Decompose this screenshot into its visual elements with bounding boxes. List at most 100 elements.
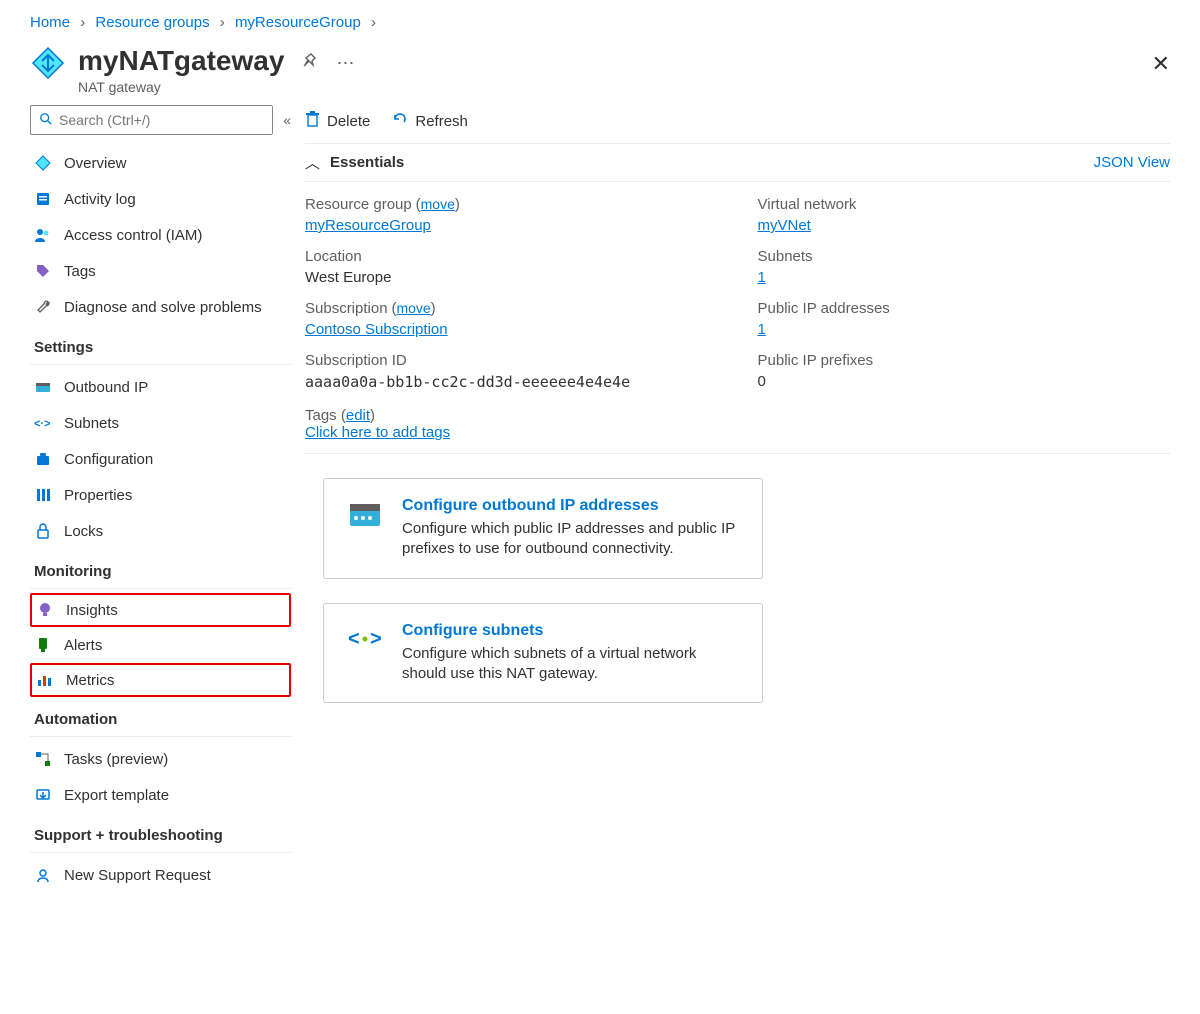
card-outbound-ip[interactable]: Configure outbound IP addresses Configur…	[323, 478, 763, 579]
subnets-link[interactable]: 1	[758, 269, 766, 286]
ip-card-icon	[348, 497, 382, 531]
sidebar-item-label: Diagnose and solve problems	[64, 299, 262, 316]
field-label: Subscription	[305, 300, 388, 317]
alerts-icon	[34, 636, 52, 654]
field-subscription: Subscription (move) Contoso Subscription	[305, 300, 718, 338]
sidebar-item-locks[interactable]: Locks	[30, 513, 291, 549]
sidebar-item-label: Access control (IAM)	[64, 227, 202, 244]
sidebar-item-label: Overview	[64, 155, 127, 172]
chevron-right-icon: ›	[371, 14, 376, 31]
sidebar-item-label: New Support Request	[64, 867, 211, 884]
chevron-right-icon: ›	[220, 14, 225, 31]
sidebar-item-label: Locks	[64, 523, 103, 540]
more-icon[interactable]: ⋯	[336, 53, 354, 74]
trash-icon	[305, 111, 320, 131]
field-vnet: Virtual network myVNet	[758, 196, 1171, 234]
wrench-icon	[34, 298, 52, 316]
field-label: Location	[305, 248, 718, 265]
move-link[interactable]: move	[421, 196, 455, 212]
essentials-title: Essentials	[330, 154, 404, 171]
field-resource-group: Resource group (move) myResourceGroup	[305, 196, 718, 234]
collapse-icon[interactable]: «	[283, 112, 291, 128]
move-link[interactable]: move	[396, 300, 430, 316]
sidebar-item-activity[interactable]: Activity log	[30, 181, 291, 217]
nat-gateway-icon	[30, 45, 66, 81]
sidebar-item-label: Properties	[64, 487, 132, 504]
sidebar-item-label: Tasks (preview)	[64, 751, 168, 768]
sidebar-item-export[interactable]: Export template	[30, 777, 291, 813]
page-title: myNATgateway	[78, 45, 284, 77]
svg-text:>: >	[370, 628, 382, 650]
close-icon[interactable]: ✕	[1152, 45, 1170, 77]
insights-icon	[36, 601, 54, 619]
field-label: Public IP addresses	[758, 300, 1171, 317]
ip-icon	[34, 378, 52, 396]
page-subtitle: NAT gateway	[78, 79, 284, 95]
pip-link[interactable]: 1	[758, 321, 766, 338]
page-header: myNATgateway NAT gateway ⋯ ✕	[0, 39, 1200, 105]
field-subnets: Subnets 1	[758, 248, 1171, 286]
sidebar-section-monitoring: Monitoring	[30, 549, 291, 589]
breadcrumb: Home › Resource groups › myResourceGroup…	[0, 0, 1200, 39]
card-subnets[interactable]: <> Configure subnets Configure which sub…	[323, 603, 763, 704]
search-input[interactable]	[30, 105, 273, 135]
delete-button[interactable]: Delete	[305, 111, 370, 131]
chevron-up-icon[interactable]: ︿	[305, 152, 320, 173]
support-icon	[34, 866, 52, 884]
subscription-link[interactable]: Contoso Subscription	[305, 321, 448, 338]
field-value: aaaa0a0a-bb1b-cc2c-dd3d-eeeeee4e4e4e	[305, 369, 718, 391]
sidebar-item-label: Export template	[64, 787, 169, 804]
tags-label: Tags	[305, 407, 337, 424]
field-value: 0	[758, 369, 1171, 390]
field-label: Public IP prefixes	[758, 352, 1171, 369]
lock-icon	[34, 522, 52, 540]
sidebar-item-diagnose[interactable]: Diagnose and solve problems	[30, 289, 291, 325]
resource-group-link[interactable]: myResourceGroup	[305, 217, 431, 234]
add-tags-link[interactable]: Click here to add tags	[305, 424, 450, 441]
vnet-link[interactable]: myVNet	[758, 217, 811, 234]
chevron-right-icon: ›	[80, 14, 85, 31]
card-title[interactable]: Configure subnets	[402, 622, 738, 640]
sidebar-item-label: Configuration	[64, 451, 153, 468]
sidebar-item-label: Insights	[66, 602, 118, 619]
sidebar-item-alerts[interactable]: Alerts	[30, 627, 291, 663]
sidebar-item-tags[interactable]: Tags	[30, 253, 291, 289]
edit-tags-link[interactable]: edit	[346, 407, 370, 424]
pin-icon[interactable]	[302, 53, 318, 74]
json-view-button[interactable]: JSON View	[1094, 154, 1170, 171]
sidebar-item-iam[interactable]: Access control (IAM)	[30, 217, 291, 253]
delete-label: Delete	[327, 113, 370, 130]
subnets-icon: <·>	[34, 414, 52, 432]
sidebar-item-configuration[interactable]: Configuration	[30, 441, 291, 477]
briefcase-icon	[34, 450, 52, 468]
people-icon	[34, 226, 52, 244]
breadcrumb-item-rg[interactable]: Resource groups	[95, 14, 209, 31]
sidebar-item-outbound-ip[interactable]: Outbound IP	[30, 369, 291, 405]
sidebar-item-subnets[interactable]: <·> Subnets	[30, 405, 291, 441]
sidebar-item-support-request[interactable]: New Support Request	[30, 857, 291, 893]
refresh-button[interactable]: Refresh	[392, 111, 468, 131]
breadcrumb-item-myrg[interactable]: myResourceGroup	[235, 14, 361, 31]
sidebar-item-label: Outbound IP	[64, 379, 148, 396]
field-location: Location West Europe	[305, 248, 718, 286]
sidebar-item-metrics[interactable]: Metrics	[30, 663, 291, 697]
sidebar: « Overview Activity log Access control (…	[0, 105, 305, 913]
toolbar: Delete Refresh	[305, 105, 1170, 143]
field-label: Resource group	[305, 196, 412, 213]
sidebar-item-tasks[interactable]: Tasks (preview)	[30, 741, 291, 777]
breadcrumb-item-home[interactable]: Home	[30, 14, 70, 31]
search-field[interactable]	[59, 112, 264, 128]
field-pip: Public IP addresses 1	[758, 300, 1171, 338]
field-prefixes: Public IP prefixes 0	[758, 352, 1171, 390]
card-title[interactable]: Configure outbound IP addresses	[402, 497, 738, 515]
properties-icon	[34, 486, 52, 504]
sidebar-item-label: Alerts	[64, 637, 102, 654]
main-content: Delete Refresh ︿ Essentials JSON View Re…	[305, 105, 1200, 913]
sidebar-section-settings: Settings	[30, 325, 291, 365]
card-desc: Configure which subnets of a virtual net…	[402, 640, 738, 685]
svg-text:<·>: <·>	[34, 418, 51, 429]
field-label: Subscription ID	[305, 352, 718, 369]
sidebar-item-properties[interactable]: Properties	[30, 477, 291, 513]
sidebar-item-insights[interactable]: Insights	[30, 593, 291, 627]
sidebar-item-overview[interactable]: Overview	[30, 145, 291, 181]
